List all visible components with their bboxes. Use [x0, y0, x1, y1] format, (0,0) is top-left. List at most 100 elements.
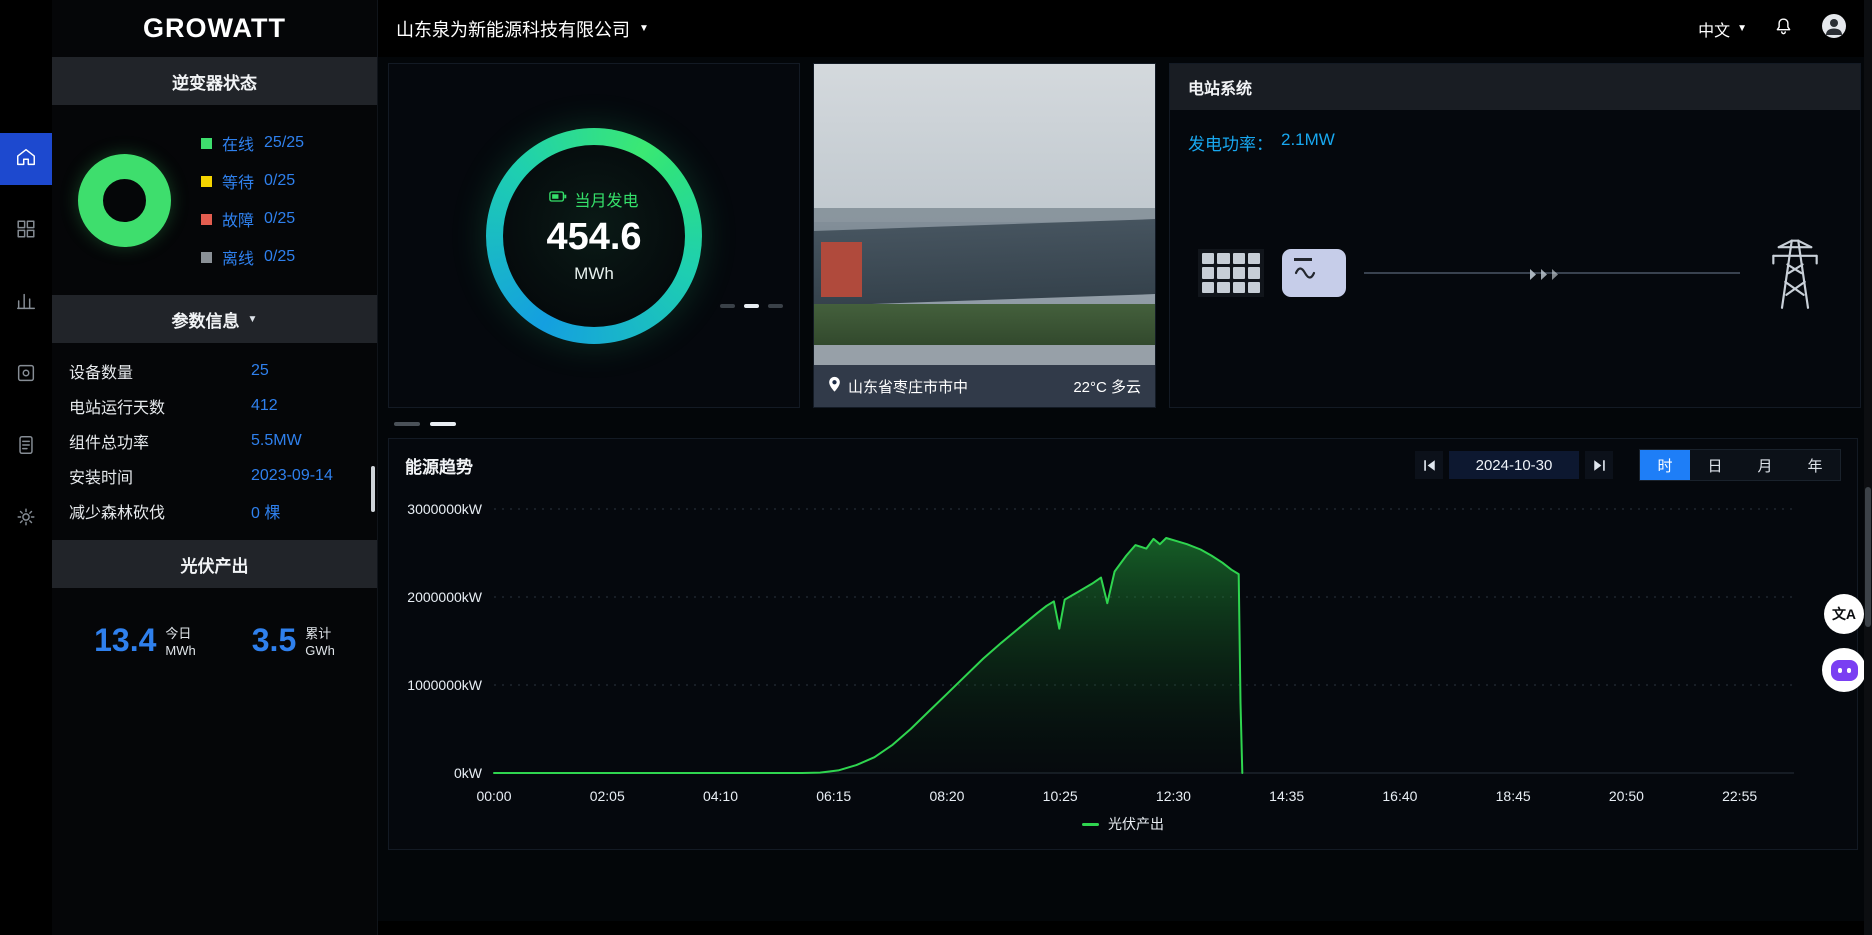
solar-panel-icon	[1198, 249, 1264, 297]
carousel-dot[interactable]	[394, 422, 420, 426]
svg-text:14:35: 14:35	[1269, 788, 1304, 804]
date-picker[interactable]: 2024-10-30	[1449, 451, 1579, 479]
energy-trend-header: 能源趋势 2024-10-30 时 日 月 年	[389, 439, 1857, 491]
plant-location: 山东省枣庄市市中	[848, 376, 968, 397]
energy-trend-panel: 能源趋势 2024-10-30 时 日 月 年 0kW 1000000kW 2000…	[388, 438, 1858, 850]
page-scrollbar-thumb[interactable]	[1865, 487, 1871, 627]
param-row: 电站运行天数 412	[52, 388, 377, 423]
translate-button[interactable]: 文A	[1824, 594, 1864, 634]
tab-hour[interactable]: 时	[1640, 450, 1690, 480]
plant-photo-card: 山东省枣庄市市中 22°C 多云	[813, 63, 1156, 408]
pv-period-label: 累计	[305, 626, 335, 643]
svg-text:02:05: 02:05	[590, 788, 625, 804]
svg-text:08:20: 08:20	[929, 788, 964, 804]
tab-year[interactable]: 年	[1790, 450, 1840, 480]
trend-controls: 2024-10-30 时 日 月 年	[1415, 449, 1841, 481]
rail-item-plants[interactable]	[0, 205, 52, 257]
rail-item-settings[interactable]	[0, 493, 52, 545]
location-pin-icon	[828, 376, 841, 396]
generation-gauge-ring: 当月发电 454.6 MWh	[486, 128, 702, 344]
language-selector[interactable]: 中文 ▼	[1698, 17, 1747, 41]
brand-logo: GROWATT	[52, 0, 377, 57]
params-header[interactable]: 参数信息 ▼	[52, 295, 377, 343]
station-system-title: 电站系统	[1188, 75, 1252, 99]
param-label: 安装时间	[69, 464, 251, 488]
param-row: 安装时间 2023-09-14	[52, 458, 377, 493]
sidebar-scrollbar-thumb[interactable]	[371, 466, 375, 512]
param-value: 5.5MW	[251, 432, 302, 450]
svg-text:00:00: 00:00	[476, 788, 511, 804]
tab-month[interactable]: 月	[1740, 450, 1790, 480]
main-content: 当月发电 454.6 MWh	[378, 57, 1872, 935]
offline-swatch	[201, 252, 212, 263]
svg-text:0kW: 0kW	[454, 765, 483, 781]
gauge-label: 当月发电	[574, 187, 638, 211]
plant-selector[interactable]: 山东泉为新能源科技有限公司 ▼	[396, 16, 649, 42]
photo-solar-roof	[813, 219, 1156, 308]
inverter-status-body: 在线 25/25 等待 0/25 故障 0/25 离线 0/25	[52, 105, 377, 295]
pv-period-label: 今日	[165, 626, 195, 643]
plant-weather: 22°C 多云	[1073, 376, 1141, 397]
bar-chart-icon	[15, 290, 37, 317]
legend-item-online: 在线 25/25	[201, 131, 304, 155]
language-label: 中文	[1698, 17, 1730, 41]
pv-output-title: 光伏产出	[181, 552, 249, 577]
rail-item-devices[interactable]	[0, 349, 52, 401]
param-value: 25	[251, 362, 269, 380]
energy-trend-chart: 0kW 1000000kW 2000000kW 3000000kW 00:00 02:05…	[389, 491, 1839, 813]
assistant-robot-button[interactable]	[1822, 648, 1866, 692]
param-label: 组件总功率	[69, 429, 251, 453]
user-menu-button[interactable]	[1820, 12, 1848, 45]
legend-label: 等待	[222, 169, 254, 193]
pv-today-value: 13.4	[94, 624, 156, 656]
plant-name: 山东泉为新能源科技有限公司	[396, 16, 630, 42]
params-title: 参数信息	[172, 307, 240, 332]
chevron-down-icon: ▼	[1737, 23, 1747, 34]
carousel-dot[interactable]	[430, 422, 456, 426]
svg-text:1000000kW: 1000000kW	[407, 677, 483, 693]
generation-power-value: 2.1MW	[1281, 130, 1335, 155]
rail-item-logs[interactable]	[0, 421, 52, 473]
topbar-right: 中文 ▼	[1698, 12, 1848, 45]
inverter-icon	[1282, 249, 1346, 297]
previous-date-button[interactable]	[1415, 451, 1443, 479]
carousel-dot[interactable]	[768, 304, 783, 308]
flow-arrows-icon	[1529, 267, 1565, 285]
carousel-dot[interactable]	[720, 304, 735, 308]
inverter-status-header: 逆变器状态	[52, 57, 377, 105]
legend-count: 0/25	[264, 248, 295, 266]
pv-unit-label: MWh	[165, 643, 195, 660]
rail-items	[0, 133, 52, 545]
legend-item-fault: 故障 0/25	[201, 207, 304, 231]
online-swatch	[201, 138, 212, 149]
gauge-label-row: 当月发电	[549, 187, 638, 211]
legend-label: 离线	[222, 245, 254, 269]
pv-today: 13.4 今日 MWh	[94, 624, 196, 660]
tab-day[interactable]: 日	[1690, 450, 1740, 480]
photo-red-building	[821, 242, 862, 297]
param-value: 0 棵	[251, 499, 280, 523]
home-icon	[15, 146, 37, 173]
param-value: 2023-09-14	[251, 467, 333, 485]
rail-item-reports[interactable]	[0, 277, 52, 329]
inverter-legend: 在线 25/25 等待 0/25 故障 0/25 离线 0/25	[201, 131, 304, 269]
photo-info-bar: 山东省枣庄市市中 22°C 多云	[814, 365, 1155, 407]
inverter-donut-chart	[78, 154, 171, 247]
next-date-button[interactable]	[1585, 451, 1613, 479]
legend-item-offline: 离线 0/25	[201, 245, 304, 269]
svg-text:20:50: 20:50	[1609, 788, 1644, 804]
rail-item-home[interactable]	[0, 133, 52, 185]
station-system-header: 电站系统	[1170, 64, 1860, 110]
bottom-strip	[378, 921, 1872, 935]
svg-text:10:25: 10:25	[1043, 788, 1078, 804]
svg-text:3000000kW: 3000000kW	[407, 501, 483, 517]
carousel-dot[interactable]	[744, 304, 759, 308]
param-value: 412	[251, 397, 278, 415]
notifications-button[interactable]	[1773, 16, 1794, 42]
monthly-generation-card: 当月发电 454.6 MWh	[388, 63, 800, 408]
gear-icon	[15, 506, 37, 533]
pv-today-labels: 今日 MWh	[165, 624, 195, 660]
legend-count: 0/25	[264, 172, 295, 190]
inverter-status-title: 逆变器状态	[172, 69, 257, 94]
svg-text:2000000kW: 2000000kW	[407, 589, 483, 605]
